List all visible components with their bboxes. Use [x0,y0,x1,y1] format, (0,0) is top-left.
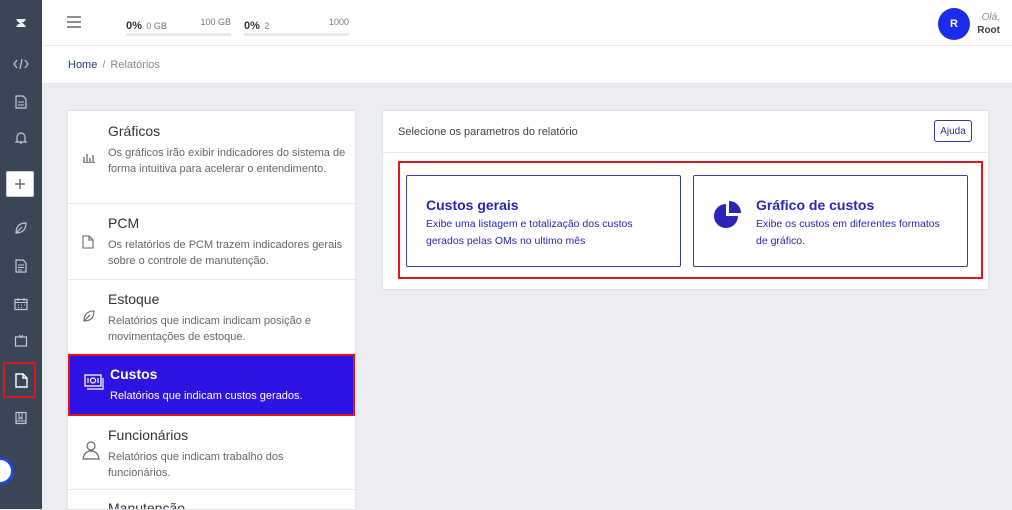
breadcrumb-separator: / [102,59,106,71]
logo-icon [16,19,26,27]
breadcrumb: Home / Relatórios [42,46,1012,84]
person-icon [82,441,100,460]
sidebar-item-notifications[interactable] [0,124,42,152]
sidebar-item-book[interactable] [0,404,42,432]
report-desc-line: de gráfico. [756,235,806,247]
sidebar-item-calendar[interactable] [0,290,42,318]
sidebar-item-reports[interactable] [0,366,42,394]
breadcrumb-home[interactable]: Home [68,59,97,71]
category-title: PCM [108,215,140,231]
greeting-text: Olá, [981,12,1000,23]
pie-chart-icon [714,201,741,228]
document-lines-icon [15,259,27,273]
bar-chart-icon [83,154,95,163]
report-card-grafico-custos[interactable]: Gráfico de custos Exibe os custos em dif… [693,175,968,267]
sidebar-item-stock[interactable] [0,214,42,242]
sidebar [0,0,42,509]
report-desc: Exibe uma listagem e totalização dos cus… [426,216,633,250]
storage-max: 100 GB [200,17,231,27]
sidebar-item-code[interactable] [0,50,42,78]
avatar[interactable]: R [938,8,970,40]
users-progress-bar [244,33,349,36]
user-greeting[interactable]: Olá, Root [977,11,1000,37]
category-desc: Relatórios que indicam indicam posição e… [108,315,311,343]
category-desc: Relatórios que indicam custos gerados. [110,390,303,402]
category-title: Custos [110,366,158,382]
category-title: Gráficos [108,123,161,139]
leaf-icon [15,222,27,234]
sidebar-item-documents[interactable] [0,88,42,116]
calendar-icon [14,298,28,311]
report-desc-line: Exibe os custos em diferentes formatos [756,218,940,230]
category-title: Estoque [108,291,160,307]
category-pcm[interactable]: PCM Os relatórios de PCM trazem indicado… [68,204,355,280]
code-icon [13,58,29,70]
panel-header-title: Selecione os parametros do relatório [398,126,578,138]
storage-used: 0 GB [146,21,167,31]
file-icon [82,235,94,249]
category-desc: Relatórios que indicam trabalho dos func… [108,451,284,479]
category-title: Funcionários [108,427,189,443]
users-meter: 0% 2 1000 [244,16,349,36]
category-desc: Os gráficos irão exibir indicadores do s… [108,147,346,175]
report-title: Custos gerais [426,197,519,213]
storage-percent: 0% [126,20,142,32]
tv-icon [14,334,28,347]
panel-header: Selecione os parametros do relatório Aju… [383,111,988,153]
report-desc: Exibe os custos em diferentes formatos d… [756,216,940,250]
report-card-custos-gerais[interactable]: Custos gerais Exibe uma listagem e total… [406,175,681,267]
storage-progress-bar [126,33,231,36]
breadcrumb-current: Relatórios [110,59,160,71]
users-max: 1000 [328,17,349,27]
category-funcionarios[interactable]: Funcionários Relatórios que indicam trab… [68,416,355,490]
category-estoque[interactable]: Estoque Relatórios que indicam indicam p… [68,280,355,354]
report-desc-line: gerados pelas OMs no ultimo mês [426,235,586,247]
help-button[interactable]: Ajuda [934,120,972,142]
leaf-icon [83,310,95,322]
users-used: 2 [264,21,270,31]
storage-meter: 0% 0 GB 100 GB [126,16,231,36]
category-desc: Os relatórios de PCM trazem indicadores … [108,239,343,267]
plus-icon [15,179,25,189]
sidebar-add-button[interactable] [6,171,34,197]
book-icon [15,411,27,425]
hamburger-icon [67,16,81,28]
report-parameters-panel: Selecione os parametros do relatório Aju… [382,110,989,290]
sidebar-item-records[interactable] [0,252,42,280]
document-icon [15,95,27,109]
app-logo[interactable] [0,0,42,46]
money-icon [84,374,104,390]
report-title: Gráfico de custos [756,197,875,213]
users-percent: 0% [244,20,260,32]
support-chat-bubble[interactable] [0,457,14,485]
menu-toggle-button[interactable] [66,15,82,33]
username: Root [977,25,1000,36]
category-graficos[interactable]: Gráficos Os gráficos irão exibir indicad… [68,111,355,204]
report-file-icon [14,372,28,388]
report-categories-panel: Gráficos Os gráficos irão exibir indicad… [67,110,356,510]
report-desc-line: Exibe uma listagem e totalização dos cus… [426,218,633,230]
category-custos[interactable]: Custos Relatórios que indicam custos ger… [68,354,355,416]
category-manutencao[interactable]: Manutenção [68,490,355,509]
top-bar: 0% 0 GB 100 GB 0% 2 1000 R Olá, Root [42,0,1012,46]
bell-icon [15,132,27,144]
sidebar-item-monitor[interactable] [0,327,42,355]
report-options-highlight: Custos gerais Exibe uma listagem e total… [398,161,983,279]
